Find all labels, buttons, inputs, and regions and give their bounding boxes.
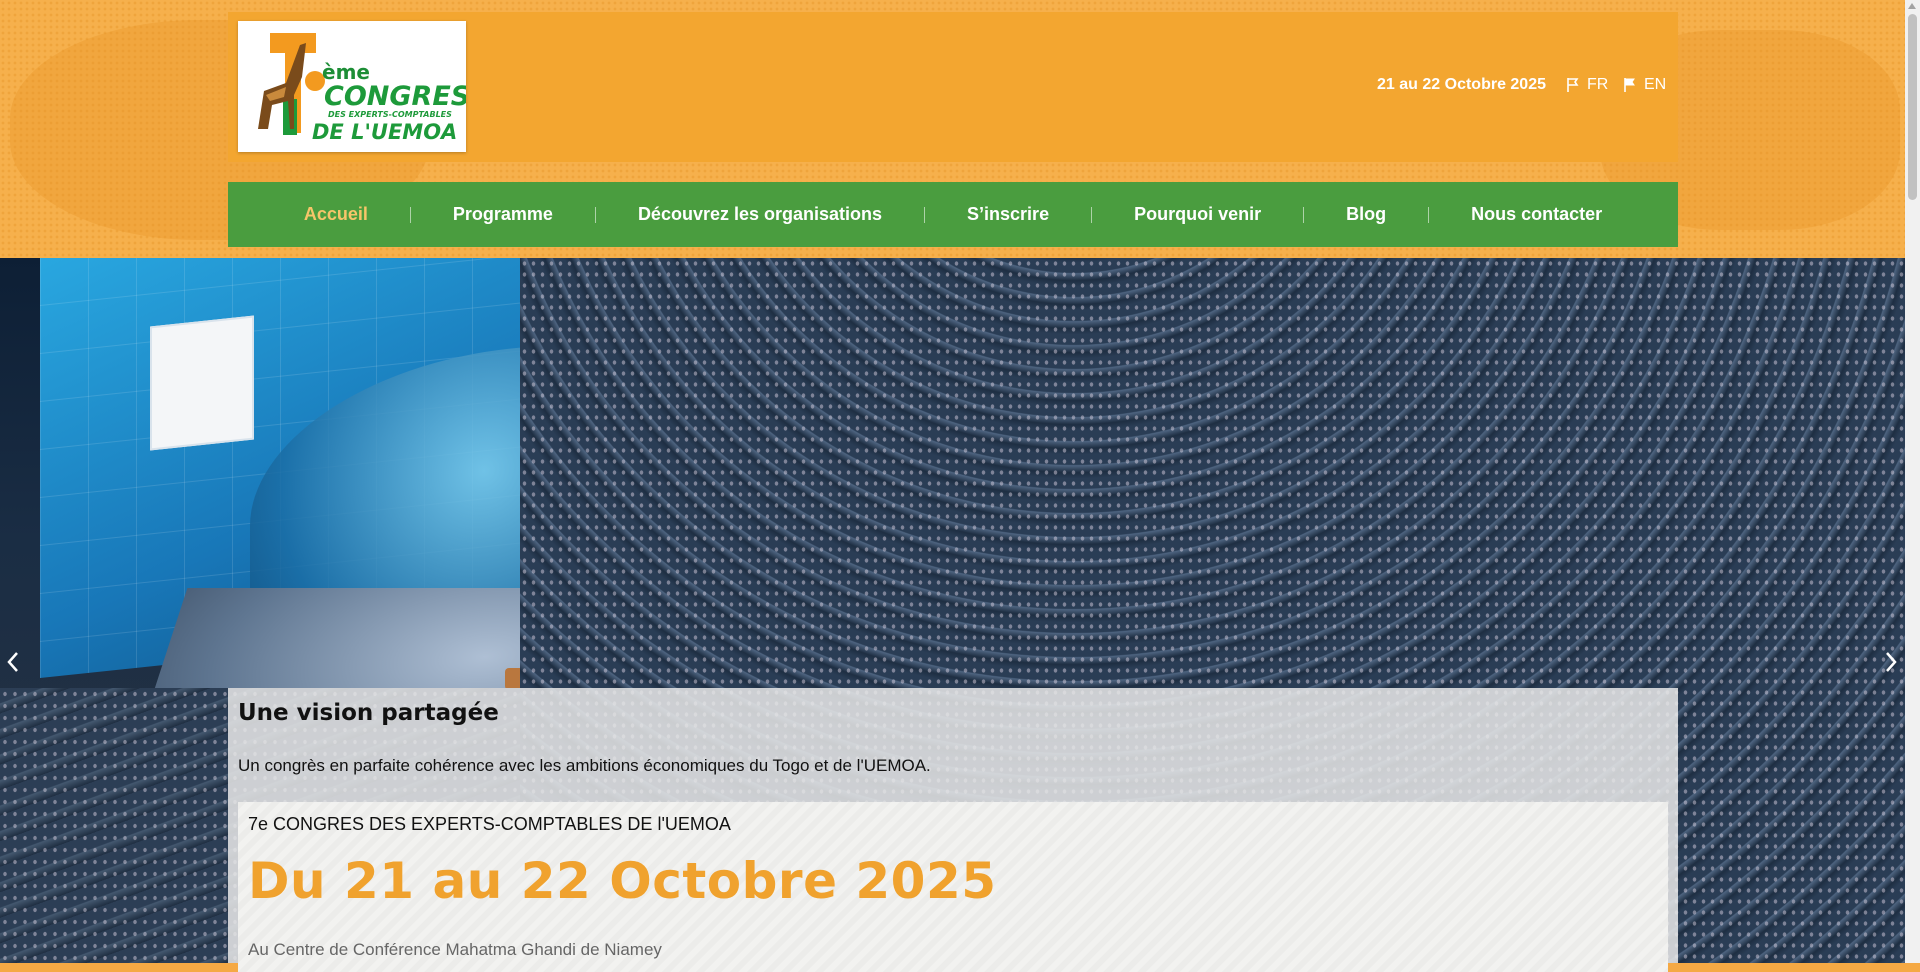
language-fr-link[interactable]: FR (1565, 76, 1608, 94)
panel-subtitle: Un congrès en parfaite cohérence avec le… (238, 756, 931, 775)
nav-item-pourquoi-venir[interactable]: Pourquoi venir (1092, 204, 1303, 225)
svg-text:DE L'UEMOA: DE L'UEMOA (312, 120, 457, 144)
language-en-label: EN (1644, 76, 1667, 93)
event-card: 7e CONGRES DES EXPERTS-COMPTABLES DE l'U… (238, 802, 1668, 972)
language-fr-label: FR (1587, 76, 1609, 93)
site-logo[interactable]: ème CONGRES DES EXPERTS-COMPTABLES DE L'… (238, 21, 466, 152)
nav-item-inscrire[interactable]: S’inscrire (925, 204, 1091, 225)
svg-text:DES EXPERTS-COMPTABLES: DES EXPERTS-COMPTABLES (328, 110, 452, 119)
carousel-prev-button[interactable] (2, 648, 24, 676)
hero-info-panel: Une vision partagée Un congrès en parfai… (228, 688, 1678, 972)
screen-speaker-card (150, 315, 254, 451)
chevron-left-icon (7, 652, 18, 672)
event-dates: 21 au 22 Octobre 2025 (1377, 76, 1546, 93)
event-date: Du 21 au 22 Octobre 2025 (248, 852, 997, 910)
flag-outline-icon (1567, 78, 1579, 92)
main-navigation: Accueil Programme Découvrez les organisa… (228, 182, 1678, 247)
svg-text:CONGRES: CONGRES (324, 81, 466, 112)
nav-item-blog[interactable]: Blog (1304, 204, 1428, 225)
language-en-link[interactable]: EN (1622, 76, 1666, 94)
scroll-up-arrow-icon[interactable] (1908, 3, 1916, 9)
nav-item-programme[interactable]: Programme (411, 204, 595, 225)
scroll-thumb[interactable] (1908, 14, 1917, 200)
nav-item-contact[interactable]: Nous contacter (1429, 204, 1644, 225)
congress-logo-graphic: ème CONGRES DES EXPERTS-COMPTABLES DE L'… (258, 33, 466, 144)
event-venue: Au Centre de Conférence Mahatma Ghandi d… (248, 940, 662, 959)
page-scrollbar[interactable] (1905, 0, 1920, 963)
chevron-right-icon (1886, 652, 1897, 672)
nav-item-organisations[interactable]: Découvrez les organisations (596, 204, 924, 225)
flag-filled-icon (1624, 78, 1635, 92)
nav-item-accueil[interactable]: Accueil (262, 204, 410, 225)
panel-title: Une vision partagée (238, 700, 499, 726)
carousel-next-button[interactable] (1880, 648, 1902, 676)
event-kicker: 7e CONGRES DES EXPERTS-COMPTABLES DE l'U… (248, 814, 731, 834)
